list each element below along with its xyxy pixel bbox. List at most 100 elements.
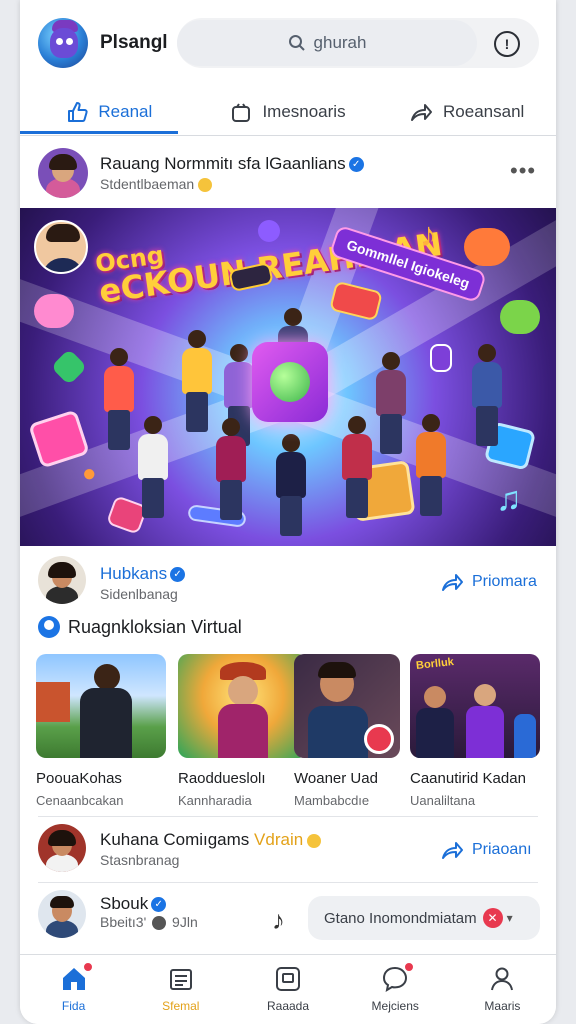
music-note-icon: ● — [82, 460, 97, 487]
share-button[interactable]: Priaoanı — [440, 840, 532, 860]
post-author[interactable]: Kuhana Comiıgams Vdrain — [100, 830, 322, 850]
share-icon — [442, 574, 463, 591]
app-logo[interactable] — [38, 18, 88, 68]
post-subtitle: Stasnbranag — [100, 852, 180, 868]
content-card[interactable]: Woaner Uad Mambabcdıe — [294, 654, 424, 808]
avatar[interactable] — [38, 824, 86, 872]
nav-tablet[interactable]: Raaada — [234, 955, 341, 1024]
nav-messages[interactable]: Mejciens — [342, 955, 449, 1024]
notification-badge — [81, 961, 94, 973]
verified-icon: ✓ — [170, 567, 186, 583]
card-thumbnail — [294, 654, 400, 758]
chat-icon — [381, 961, 416, 993]
subtitle-text: Bbeitı3' — [100, 914, 147, 930]
music-note-icon[interactable]: ♪ — [272, 905, 285, 936]
subtitle-tail: 9Jln — [172, 914, 198, 930]
tab-label: Roeansanl — [443, 101, 525, 121]
nav-home[interactable]: Fida — [20, 955, 127, 1024]
avatar[interactable] — [38, 148, 88, 198]
search-placeholder: ɡhurah — [313, 33, 367, 52]
close-icon[interactable]: ✕ — [482, 908, 503, 928]
home-icon — [60, 961, 94, 993]
pill-text: Gtano Inomondmiatam — [324, 909, 477, 927]
avatar[interactable] — [38, 890, 86, 938]
floating-card — [464, 228, 510, 266]
profile-icon — [488, 965, 516, 993]
post-subtitle: Stdentlbaeman — [100, 176, 213, 193]
app-screen: Plsangl ɡhurah ! Reanal Imesnoaris Roean… — [20, 0, 556, 1024]
post-hero-image[interactable]: Ocng eCKOUN REAHIAAN Gommllel Igiokeleg … — [20, 208, 556, 546]
search-input[interactable]: ɡhurah — [177, 20, 477, 66]
author-name: Kuhana Comiıgams — [100, 830, 250, 849]
emoji-icon — [307, 833, 322, 848]
status-icon — [152, 916, 167, 931]
floating-card — [34, 294, 74, 328]
floating-card — [258, 220, 280, 242]
post-row: Kuhana Comiıgams Vdrain Stasnbranag Pria… — [20, 818, 556, 880]
tab-imesnoaris[interactable]: Imesnoaris — [199, 88, 378, 135]
share-label: Priomara — [472, 573, 537, 590]
tab-reanal[interactable]: Reanal — [20, 88, 199, 135]
avatar[interactable] — [38, 556, 86, 604]
post-author[interactable]: Rauang Normmitı sfa lGaanlians ✓ — [100, 154, 364, 174]
alert-icon[interactable]: ! — [494, 31, 520, 57]
post-subtitle: Sidenlbanag — [100, 586, 178, 602]
nav-label: Sfemal — [162, 999, 200, 1013]
post-author[interactable]: Sbouk ✓ — [100, 894, 167, 914]
search-icon — [288, 35, 305, 51]
tab-roeansanl[interactable]: Roeansanl — [377, 88, 556, 135]
music-note-icon: ♫ — [496, 480, 522, 518]
verified-icon: ✓ — [348, 157, 364, 173]
more-options-icon[interactable]: ••• — [510, 160, 536, 182]
thumbs-up-icon — [68, 101, 89, 122]
hero-device — [252, 342, 328, 422]
card-title: PoouaKohas — [36, 770, 122, 787]
share-label: Priaoanı — [472, 841, 532, 858]
nav-label: Maaris — [484, 999, 521, 1013]
content-card[interactable]: Borlluk Caanutirid Kadan Uanaliltana — [410, 654, 540, 808]
nav-label: Raaada — [266, 999, 310, 1013]
notification-badge — [403, 961, 416, 973]
card-thumbnail: Borlluk — [410, 654, 540, 758]
content-card[interactable]: PoouaKohas Cenaanbcakan — [36, 654, 166, 808]
share-icon — [442, 842, 463, 859]
app-name: Plsangl — [100, 32, 168, 53]
location-icon — [38, 616, 60, 638]
verified-icon: ✓ — [151, 897, 167, 913]
share-button[interactable]: Priomara — [440, 572, 537, 592]
emoji-icon — [198, 178, 213, 193]
active-tab-indicator — [20, 131, 178, 134]
floating-card — [430, 344, 452, 372]
post-header: Rauang Normmitı sfa lGaanlians ✓ Stdentlb… — [20, 140, 556, 204]
tab-label: Imesnoaris — [262, 101, 346, 121]
nav-label: Fida — [61, 999, 86, 1013]
nav-label: Mejciens — [371, 999, 419, 1013]
music-note-icon: ♪ — [420, 216, 437, 254]
author-name: Sbouk — [100, 894, 149, 913]
top-bar: Plsangl ɡhurah ! — [20, 0, 556, 88]
card-title: Woaner Uad — [294, 770, 378, 787]
post-author[interactable]: Hubkans ✓ — [100, 564, 186, 584]
card-subtitle: Cenaanbcakan — [36, 793, 124, 808]
nav-list[interactable]: Sfemal — [127, 955, 234, 1024]
divider — [38, 816, 538, 817]
card-thumbnail — [178, 654, 308, 758]
tab-label: Reanal — [98, 101, 153, 121]
bottom-nav: Fida Sfemal Raaada Mejciens Maaris — [20, 954, 556, 1024]
post-subtitle: Bbeitı3' 9Jln — [100, 914, 198, 931]
hero-portrait — [34, 220, 88, 274]
card-title: Raoddueslolı — [178, 770, 266, 787]
nav-profile[interactable]: Maaris — [449, 955, 556, 1024]
thumb-caption: Borlluk — [415, 656, 455, 672]
post-row: Hubkans ✓ Sidenlbanag Priomara — [20, 546, 556, 610]
content-card[interactable]: Raoddueslolı Kannharadia — [178, 654, 308, 808]
subtitle-text: Stdentlbaeman — [100, 176, 195, 192]
tablet-icon — [274, 965, 302, 993]
floating-card — [50, 348, 88, 386]
bag-icon — [232, 102, 251, 122]
author-name: Rauang Normmitı sfa lGaanlians — [100, 154, 346, 173]
card-title: Caanutirid Kadan — [410, 770, 526, 787]
author-name: Hubkans — [100, 564, 168, 583]
chevron-down-icon[interactable]: ▾ — [507, 911, 513, 925]
audio-pill[interactable]: Gtano Inomondmiatam ✕ ▾ — [308, 896, 540, 940]
